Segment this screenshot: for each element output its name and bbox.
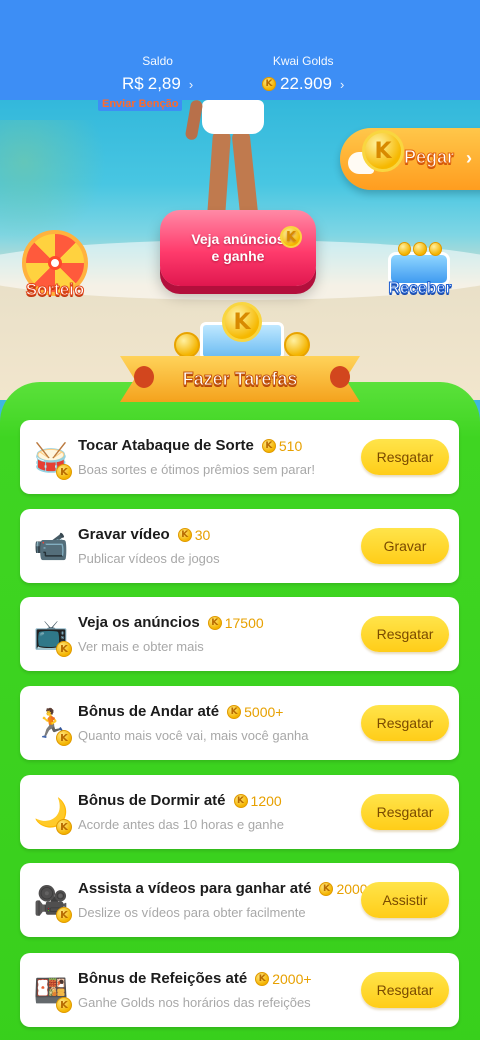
task-item: 🏃 K Bônus de Andar até K 5000+ Quanto mais … (20, 686, 459, 760)
currency-symbol: R$ (122, 74, 144, 93)
task-item: 📹 Gravar vídeo K 30 Publicar vídeos de jog… (20, 509, 459, 583)
k-coin-icon: K (56, 641, 72, 657)
section-title: Fazer Tarefas (182, 368, 298, 389)
bird-icon (330, 366, 350, 388)
task-title: Tocar Atabaque de Sorte (78, 437, 254, 454)
moon-icon: 🌙 K (28, 789, 74, 835)
task-subtitle: Acorde antes das 10 horas e ganhe (78, 817, 284, 832)
task-title: Bônus de Dormir até (78, 792, 226, 809)
walking-icon: 🏃 K (28, 700, 74, 746)
resgatar-button[interactable]: Resgatar (361, 705, 449, 741)
task-subtitle: Deslize os vídeos para obter facilmente (78, 905, 306, 920)
task-reward: 5000+ (244, 703, 284, 720)
golds-label: Kwai Golds (272, 54, 334, 68)
watch-ads-label: Veja anúncios e ganhe (191, 231, 285, 264)
camera-icon: 🎥 K (28, 877, 74, 923)
k-coin-icon: K (233, 793, 248, 808)
task-subtitle: Publicar vídeos de jogos (78, 551, 220, 566)
saldo-value: 2,89 (147, 74, 181, 93)
k-coin-icon: K (262, 77, 276, 91)
chevron-right-icon: › (466, 148, 472, 168)
saldo-label: Saldo (142, 54, 173, 68)
task-title: Assista a vídeos para ganhar até (78, 880, 312, 897)
receber-label: Receber (388, 280, 452, 298)
resgatar-button[interactable]: Resgatar (361, 439, 449, 475)
k-coin-icon: K (255, 971, 270, 986)
assistir-button[interactable]: Assistir (361, 882, 449, 918)
task-reward: 2000+ (272, 970, 312, 987)
kwai-golds-stat[interactable]: Kwai Golds K 22.909 › (262, 54, 344, 94)
treasure-chest-icon: K (174, 302, 310, 362)
task-title: Bônus de Refeições até (78, 970, 248, 987)
k-coin-icon: K (222, 302, 262, 342)
k-coin-icon: K (56, 907, 72, 923)
task-reward: 30 (194, 526, 211, 543)
beach-person-illustration (184, 100, 278, 221)
enviar-bencao-link[interactable]: Enviar Benção (98, 97, 183, 111)
task-item: 📺 K Veja os anúncios K 17500 Ver mais e obt… (20, 597, 459, 671)
gravar-button[interactable]: Gravar (361, 528, 449, 564)
watch-ads-button[interactable]: Veja anúncios e ganhe K (160, 210, 316, 286)
task-subtitle: Quanto mais você vai, mais você ganha (78, 728, 309, 743)
task-item: 🥁 K Tocar Atabaque de Sorte K 510 Boas sort… (20, 420, 459, 494)
coin-pile (398, 242, 442, 262)
resgatar-button[interactable]: Resgatar (361, 972, 449, 1008)
task-subtitle: Ganhe Golds nos horários das refeições (78, 995, 311, 1010)
bird-icon (134, 366, 154, 388)
task-item: 🍱 K Bônus de Refeições até K 2000+ Ganhe Go… (20, 953, 459, 1027)
k-coin-icon: K (362, 130, 404, 172)
drum-icon: 🥁 K (28, 434, 74, 480)
chevron-right-icon: › (188, 76, 194, 92)
k-coin-icon: K (207, 615, 222, 630)
k-coin-icon: K (56, 997, 72, 1013)
task-title: Bônus de Andar até (78, 703, 220, 720)
k-coin-icon: K (280, 226, 302, 248)
task-reward: 510 (278, 437, 303, 454)
wheel-center (48, 256, 62, 270)
video-record-icon: 📹 (33, 530, 69, 562)
k-coin-icon: K (177, 527, 192, 542)
resgatar-button[interactable]: Resgatar (361, 794, 449, 830)
chevron-right-icon: › (340, 76, 345, 92)
top-bar: Saldo R$ 2,89 › Kwai Golds K 22.909 › (0, 0, 480, 100)
pegar-label: Pegar (403, 147, 455, 168)
task-reward: 17500 (224, 614, 264, 631)
task-item: 🎥 K Assista a vídeos para ganhar até K 2000… (20, 863, 459, 937)
k-coin-icon: K (227, 704, 242, 719)
sorteio-label: Sorteio (25, 280, 85, 300)
receber-button[interactable]: Receber (380, 238, 460, 304)
task-subtitle: Boas sortes e ótimos prêmios sem parar! (78, 462, 315, 477)
saldo-stat[interactable]: Saldo R$ 2,89 › (122, 54, 193, 94)
k-coin-icon: K (319, 881, 334, 896)
task-title: Gravar vídeo (78, 526, 170, 543)
task-item: 🌙 K Bônus de Dormir até K 1200 Acorde antes… (20, 775, 459, 849)
sorteio-button[interactable]: Sorteio (18, 230, 92, 304)
task-reward: 1200 (250, 792, 282, 809)
meal-icon: 🍱 K (28, 967, 74, 1013)
pegar-button[interactable]: K Pegar › (340, 128, 480, 190)
k-coin-icon: K (56, 730, 72, 746)
golds-value: 22.909 (280, 74, 332, 93)
resgatar-button[interactable]: Resgatar (361, 616, 449, 652)
k-coin-icon: K (261, 438, 276, 453)
fazer-tarefas-ribbon: Fazer Tarefas (120, 356, 360, 402)
task-subtitle: Ver mais e obter mais (78, 639, 204, 654)
task-title: Veja os anúncios (78, 614, 200, 631)
k-coin-icon: K (56, 464, 72, 480)
k-coin-icon: K (56, 819, 72, 835)
tv-icon: 📺 K (28, 611, 74, 657)
